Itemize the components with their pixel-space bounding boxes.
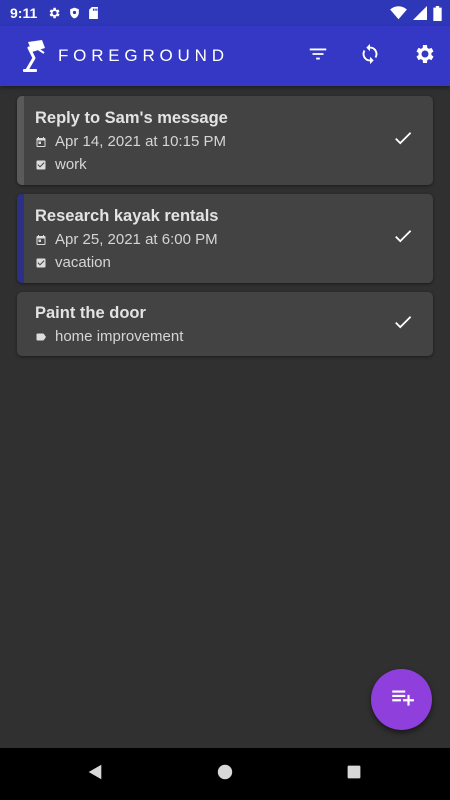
checkbox-icon — [35, 159, 49, 171]
settings-icon — [412, 42, 436, 71]
filter-icon — [307, 43, 329, 70]
gear-icon — [47, 6, 61, 20]
task-tag-text: home improvement — [55, 328, 184, 345]
home-icon — [216, 763, 234, 786]
status-bar: 9:11 — [0, 0, 450, 26]
sd-card-icon — [88, 6, 99, 20]
label-icon — [35, 331, 49, 343]
task-date-text: Apr 25, 2021 at 6:00 PM — [55, 231, 218, 248]
complete-task-button[interactable] — [391, 129, 415, 153]
calendar-icon — [35, 136, 49, 148]
check-icon — [392, 311, 414, 338]
task-title: Paint the door — [35, 304, 146, 322]
checkbox-icon — [35, 257, 49, 269]
recents-icon — [346, 764, 362, 785]
signal-icon — [413, 6, 427, 20]
status-time: 9:11 — [10, 5, 38, 21]
task-tag: home improvement — [35, 326, 373, 347]
task-list: Reply to Sam's message Apr 14, 2021 at 1… — [17, 96, 433, 365]
desk-lamp-icon — [22, 39, 52, 73]
status-notification-icons — [47, 6, 99, 20]
app-bar: FOREGROUND — [0, 26, 450, 86]
check-icon — [392, 225, 414, 252]
home-button[interactable] — [213, 762, 237, 786]
navigation-bar — [0, 748, 450, 800]
status-system-icons — [390, 0, 442, 26]
app-title: FOREGROUND — [58, 46, 229, 65]
task-tag: work — [35, 154, 373, 175]
back-button[interactable] — [83, 762, 107, 786]
battery-icon — [433, 5, 442, 21]
recents-button[interactable] — [342, 762, 366, 786]
check-icon — [392, 127, 414, 154]
task-tag-text: vacation — [55, 254, 111, 271]
task-title: Research kayak rentals — [35, 207, 219, 225]
back-icon — [86, 763, 104, 786]
task-date-text: Apr 14, 2021 at 10:15 PM — [55, 133, 226, 150]
filter-button[interactable] — [303, 41, 333, 71]
task-card[interactable]: Paint the door home improvement — [17, 292, 433, 356]
playlist-add-icon — [389, 684, 415, 715]
add-task-button[interactable] — [371, 669, 432, 730]
task-accent-bar — [17, 96, 24, 185]
task-title: Reply to Sam's message — [35, 109, 228, 127]
task-card[interactable]: Research kayak rentals Apr 25, 2021 at 6… — [17, 194, 433, 283]
calendar-icon — [35, 234, 49, 246]
task-tag-text: work — [55, 156, 87, 173]
wifi-icon — [390, 6, 407, 20]
task-card[interactable]: Reply to Sam's message Apr 14, 2021 at 1… — [17, 96, 433, 185]
task-due-date: Apr 25, 2021 at 6:00 PM — [35, 229, 373, 250]
sync-icon — [359, 42, 381, 71]
task-due-date: Apr 14, 2021 at 10:15 PM — [35, 131, 373, 152]
task-tag: vacation — [35, 252, 373, 273]
complete-task-button[interactable] — [391, 227, 415, 251]
settings-button[interactable] — [409, 41, 439, 71]
shield-icon — [68, 6, 81, 20]
complete-task-button[interactable] — [391, 312, 415, 336]
sync-button[interactable] — [355, 41, 385, 71]
task-accent-bar — [17, 194, 24, 283]
